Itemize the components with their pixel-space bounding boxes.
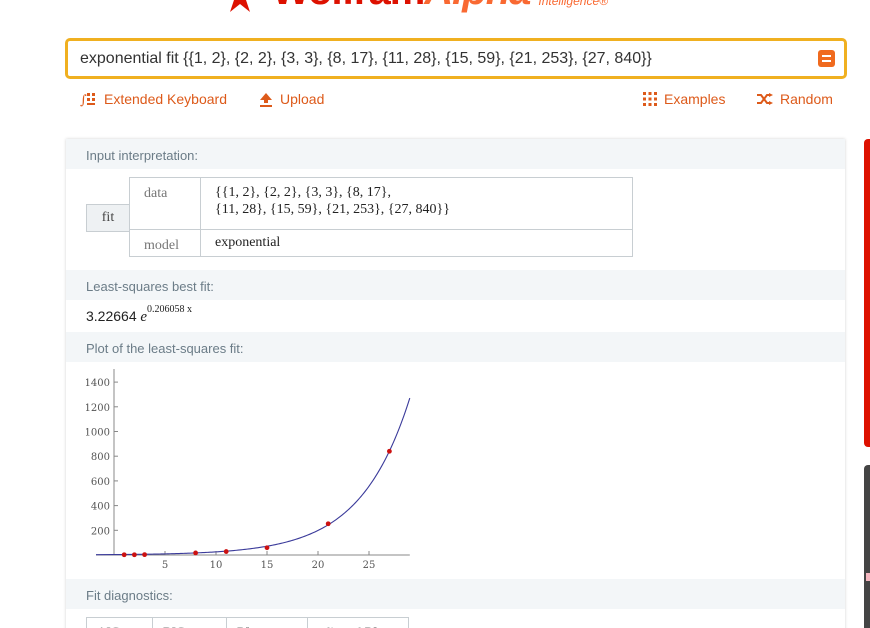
interpretation-table: data {{1, 2}, {2, 2}, {3, 3}, {8, 17}, {… <box>129 177 633 257</box>
examples-label: Examples <box>664 91 726 107</box>
upload-label: Upload <box>280 91 325 107</box>
table-row: data {{1, 2}, {2, 2}, {3, 3}, {8, 17}, {… <box>130 178 632 229</box>
data-value-line: {{1, 2}, {2, 2}, {3, 3}, {8, 17}, <box>215 185 391 200</box>
wolfram-alpha-logo[interactable]: Wolfram Alpha Intelligence® <box>222 0 608 14</box>
equals-icon-bar-top <box>822 55 831 57</box>
fit-coefficient: 3.22664 <box>86 308 137 324</box>
diagnostics-table: AIC BIC R² adjusted R² <box>86 617 409 628</box>
data-point <box>121 552 127 558</box>
extended-keyboard-label: Extended Keyboard <box>104 91 227 107</box>
equals-icon-bar-bottom <box>822 60 831 62</box>
diagnostics-header-adjusted-r2: adjusted R² <box>308 618 408 628</box>
y-tick-label: 400 <box>91 502 110 513</box>
side-panel-edge <box>864 139 870 447</box>
pod-diagnostics: AIC BIC R² adjusted R² <box>66 609 845 628</box>
x-tick-label: 10 <box>210 560 223 571</box>
fit-plot: 5 10 15 20 25 200 400 600 800 1000 1200 1400 <box>86 369 411 571</box>
upload-icon <box>260 92 272 107</box>
random-button[interactable]: Random <box>757 91 833 107</box>
data-key: data <box>144 186 168 201</box>
grid-dots-icon <box>643 92 657 106</box>
y-tick-label: 800 <box>91 452 110 463</box>
model-key: model <box>144 238 179 253</box>
fit-curve <box>95 397 411 556</box>
search-box <box>65 38 847 79</box>
x-tick-label: 25 <box>363 560 376 571</box>
shuffle-icon <box>757 93 773 105</box>
data-point <box>223 549 229 554</box>
x-tick-label: 20 <box>312 560 325 571</box>
data-point <box>193 550 198 556</box>
pod-title-plot: Plot of the least-squares fit: <box>66 332 845 362</box>
table-row: model exponential <box>130 229 632 256</box>
data-point <box>142 552 147 558</box>
search-input[interactable] <box>80 49 800 68</box>
pod-title-diagnostics: Fit diagnostics: <box>66 579 845 609</box>
svg-text:∫: ∫ <box>80 93 87 107</box>
data-point <box>387 448 392 454</box>
logo-tagline: Intelligence® <box>538 0 608 8</box>
diagnostics-header-r2: R² <box>227 618 308 628</box>
y-tick-label: 200 <box>91 526 110 537</box>
x-tick-label: 15 <box>261 560 274 571</box>
y-tick-label: 600 <box>91 477 110 488</box>
diagnostics-header-bic: BIC <box>153 618 227 628</box>
data-point <box>264 545 270 551</box>
pod-title-best-fit: Least-squares best fit: <box>66 270 845 300</box>
toolbar: ∫ Extended Keyboard Upload Examples Rand… <box>80 91 835 111</box>
side-panel-edge-dark <box>864 465 870 628</box>
y-tick-label: 1400 <box>86 378 110 389</box>
data-value: {{1, 2}, {2, 2}, {3, 3}, {8, 17}, {11, 2… <box>200 178 632 229</box>
data-value-line: {11, 28}, {15, 59}, {21, 253}, {27, 840}… <box>215 202 450 217</box>
data-point <box>132 552 137 558</box>
side-panel-marker <box>866 573 870 581</box>
x-tick-label: 5 <box>162 560 168 571</box>
extended-keyboard-button[interactable]: ∫ Extended Keyboard <box>80 91 227 107</box>
data-point <box>325 521 331 527</box>
fit-exponent: 0.206058 x <box>147 304 193 315</box>
model-value: exponential <box>200 230 632 256</box>
y-tick-label: 1000 <box>86 428 110 439</box>
fit-label-cell: fit <box>86 204 130 232</box>
wolfram-star-icon <box>230 0 250 12</box>
logo-wordmark-main: Wolfram <box>272 0 425 14</box>
diagnostics-header-aic: AIC <box>87 618 153 628</box>
compute-button[interactable] <box>818 50 835 67</box>
random-label: Random <box>780 91 833 107</box>
upload-button[interactable]: Upload <box>259 91 324 107</box>
pod-plot: 5 10 15 20 25 200 400 600 800 1000 1200 1400 <box>66 362 845 579</box>
fit-formula: 3.22664 e0.206058 x <box>86 304 193 326</box>
keyboard-icon: ∫ <box>80 93 95 107</box>
pod-title-input-interpretation: Input interpretation: <box>66 139 845 169</box>
y-tick-label: 1200 <box>86 403 110 414</box>
pod-input-interpretation: fit data {{1, 2}, {2, 2}, {3, 3}, {8, 17… <box>66 169 845 270</box>
results-panel: Input interpretation: fit data {{1, 2}, … <box>66 139 845 628</box>
pod-best-fit: 3.22664 e0.206058 x <box>66 300 845 332</box>
examples-button[interactable]: Examples <box>643 91 725 107</box>
logo-wordmark-accent: Alpha <box>424 0 531 14</box>
